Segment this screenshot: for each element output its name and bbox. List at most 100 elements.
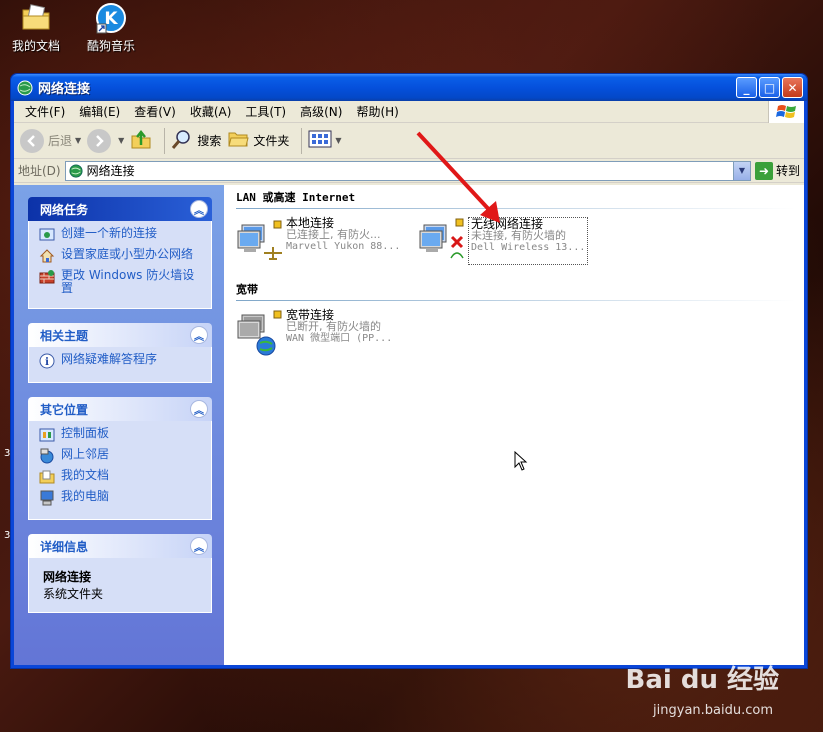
address-value: 网络连接 — [86, 164, 135, 178]
window-body: 文件(F) 编辑(E) 查看(V) 收藏(A) 工具(T) 高级(N) 帮助(H… — [14, 101, 804, 665]
baidu-watermark-url: jingyan.baidu.com — [653, 703, 773, 718]
connection-status: 已断开, 有防火墙的 — [286, 320, 381, 333]
chevron-down-icon: ▼ — [335, 136, 342, 145]
details-header[interactable]: 详细信息 ︽ — [28, 534, 212, 558]
menu-edit[interactable]: 编辑(E) — [72, 103, 127, 120]
annotation-arrow — [416, 131, 500, 223]
kugou-music-icon: K — [95, 2, 127, 34]
go-arrow-icon: ➜ — [754, 161, 773, 180]
svg-text:K: K — [104, 9, 118, 29]
connection-device: WAN 微型端口 (PP... — [286, 333, 393, 344]
collapse-icon[interactable]: ︽ — [190, 400, 208, 418]
go-button[interactable]: ➜ 转到 — [754, 161, 800, 180]
connection-item[interactable]: 本地连接 已连接上, 有防火... Marvell Yukon 88... — [236, 217, 414, 265]
network-tasks-header[interactable]: 网络任务 ︽ — [28, 197, 212, 221]
network-tasks-panel: 网络任务 ︽ 创建一个新的连接 设置家庭或小型办公网络 更改 Windows 防… — [28, 197, 212, 309]
broadband-connections: 宽带连接 已断开, 有防火墙的 WAN 微型端口 (PP... — [236, 309, 804, 357]
desktop-icon-label: 酷狗音乐 — [86, 39, 135, 53]
menu-view[interactable]: 查看(V) — [127, 103, 183, 120]
menu-bar: 文件(F) 编辑(E) 查看(V) 收藏(A) 工具(T) 高级(N) 帮助(H… — [14, 101, 804, 123]
home-network-icon — [39, 248, 55, 264]
desktop-icon-my-documents[interactable]: 我的文档 — [0, 2, 72, 54]
title-bar[interactable]: 网络连接 _ □ ✕ — [11, 74, 807, 101]
menu-help[interactable]: 帮助(H) — [349, 103, 405, 120]
connection-device: Marvell Yukon 88... — [286, 241, 401, 252]
network-globe-icon — [69, 163, 83, 178]
related-topics-body: i 网络疑难解答程序 — [28, 347, 212, 383]
related-topics-header[interactable]: 相关主题 ︽ — [28, 323, 212, 347]
task-label: 我的电脑 — [61, 489, 110, 503]
connection-item-broadband[interactable]: 宽带连接 已断开, 有防火墙的 WAN 微型端口 (PP... — [236, 309, 436, 357]
details-body: 网络连接 系统文件夹 — [28, 558, 212, 613]
connection-status: 已连接上, 有防火... — [286, 228, 381, 241]
address-dropdown-button[interactable]: ▼ — [732, 161, 750, 180]
panel-title: 相关主题 — [40, 328, 89, 343]
network-tasks-body: 创建一个新的连接 设置家庭或小型办公网络 更改 Windows 防火墙设置 — [28, 221, 212, 309]
address-input[interactable]: 网络连接 ▼ — [64, 160, 751, 181]
broadband-connection-icon — [236, 309, 286, 357]
menu-advanced[interactable]: 高级(N) — [293, 103, 349, 120]
up-folder-icon — [130, 128, 152, 153]
collapse-icon[interactable]: ︽ — [190, 200, 208, 218]
maximize-icon: □ — [763, 80, 776, 95]
menu-tools[interactable]: 工具(T) — [238, 103, 293, 120]
address-label: 地址(D) — [18, 164, 61, 178]
other-places-header[interactable]: 其它位置 ︽ — [28, 397, 212, 421]
place-network-neighborhood[interactable]: 网上邻居 — [39, 448, 203, 464]
firewall-icon — [39, 269, 55, 285]
windows-logo-icon — [768, 101, 804, 123]
connection-status: 未连接, 有防火墙的 — [471, 229, 566, 242]
back-button[interactable]: 后退 ▼ — [20, 128, 82, 153]
group-title-lan: LAN 或高速 Internet — [236, 191, 356, 204]
details-panel: 详细信息 ︽ 网络连接 系统文件夹 — [28, 534, 212, 613]
toolbar: 后退 ▼ ▼ 搜索 文件夹 ▼ — [14, 123, 804, 159]
mouse-cursor-icon — [514, 451, 528, 471]
chevron-down-icon: ▼ — [118, 136, 125, 145]
task-pane: 网络任务 ︽ 创建一个新的连接 设置家庭或小型办公网络 更改 Windows 防… — [14, 185, 224, 665]
lan-connections: 本地连接 已连接上, 有防火... Marvell Yukon 88... 无线… — [236, 217, 804, 265]
search-button[interactable]: 搜索 — [171, 128, 221, 153]
place-my-documents[interactable]: 我的文档 — [39, 469, 203, 485]
place-my-computer[interactable]: 我的电脑 — [39, 490, 203, 506]
desktop-icon-kugou[interactable]: K 酷狗音乐 — [75, 2, 147, 54]
my-computer-icon — [39, 490, 55, 506]
task-label: 设置家庭或小型办公网络 — [61, 247, 194, 261]
task-create-connection[interactable]: 创建一个新的连接 — [39, 227, 203, 243]
views-icon — [308, 129, 332, 152]
content-area: 网络任务 ︽ 创建一个新的连接 设置家庭或小型办公网络 更改 Windows 防… — [14, 131, 804, 665]
window-title: 网络连接 — [38, 82, 91, 97]
back-label: 后退 — [48, 134, 73, 148]
connection-device: Dell Wireless 13... — [471, 242, 586, 253]
connection-text: 宽带连接 已断开, 有防火墙的 WAN 微型端口 (PP... — [286, 309, 392, 357]
task-home-network[interactable]: 设置家庭或小型办公网络 — [39, 248, 203, 264]
network-connections-window: 网络连接 _ □ ✕ 文件(F) 编辑(E) 查看(V) 收藏(A) 工具(T)… — [10, 73, 808, 669]
other-places-panel: 其它位置 ︽ 控制面板 网上邻居 我的文档 我的电脑 — [28, 397, 212, 520]
folders-button[interactable]: 文件夹 — [227, 128, 289, 153]
back-arrow-icon — [20, 128, 44, 153]
menu-file[interactable]: 文件(F) — [18, 103, 72, 120]
task-firewall-settings[interactable]: 更改 Windows 防火墙设置 — [39, 269, 203, 295]
lan-connection-icon — [236, 217, 286, 265]
views-button[interactable]: ▼ — [308, 129, 342, 152]
connections-list: LAN 或高速 Internet 本地连接 已连接上, 有防火... Marve… — [224, 131, 804, 665]
task-label: 我的文档 — [61, 468, 110, 482]
maximize-button[interactable]: □ — [759, 77, 780, 98]
task-label: 控制面板 — [61, 426, 110, 440]
panel-title: 详细信息 — [40, 539, 89, 554]
chevron-down-icon: ▼ — [738, 166, 746, 175]
collapse-icon[interactable]: ︽ — [190, 326, 208, 344]
collapse-icon[interactable]: ︽ — [190, 537, 208, 555]
up-folder-button[interactable] — [130, 128, 152, 153]
task-troubleshooter[interactable]: i 网络疑难解答程序 — [39, 353, 203, 369]
place-control-panel[interactable]: 控制面板 — [39, 427, 203, 443]
close-button[interactable]: ✕ — [782, 77, 803, 98]
panel-title: 网络任务 — [40, 202, 89, 217]
toolbar-separator — [164, 127, 166, 154]
menu-favorites[interactable]: 收藏(A) — [183, 103, 239, 120]
minimize-button[interactable]: _ — [736, 77, 757, 98]
group-divider — [236, 208, 796, 209]
forward-button[interactable]: ▼ — [87, 128, 125, 153]
chevron-down-icon: ▼ — [75, 136, 82, 145]
details-name: 网络连接 — [43, 570, 92, 584]
baidu-watermark: Bai du 经验 — [625, 665, 780, 695]
